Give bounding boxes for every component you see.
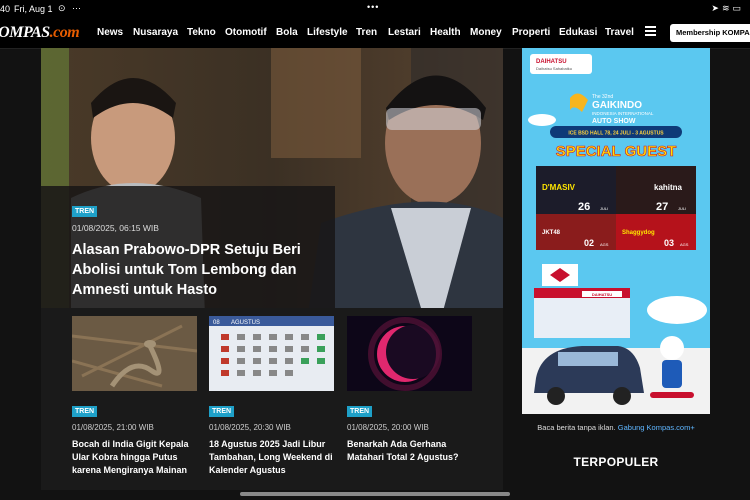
ad-brand: DAIHATSU bbox=[536, 59, 567, 65]
headline-category-badge[interactable]: TREN bbox=[72, 206, 98, 217]
status-time: 40 bbox=[0, 4, 11, 14]
card-category-badge[interactable]: TREN bbox=[72, 406, 98, 417]
headline-date: 01/08/2025, 06:15 WIB bbox=[72, 223, 159, 233]
ad-guest-4-name: Shaggydog bbox=[622, 230, 655, 236]
nav-item-nusaraya[interactable]: Nusaraya bbox=[133, 27, 178, 38]
card-category-badge[interactable]: TREN bbox=[347, 406, 373, 417]
nav-item-news[interactable]: News bbox=[97, 27, 123, 38]
nav-item-tren[interactable]: Tren bbox=[356, 27, 377, 38]
nav-item-otomotif[interactable]: Otomotif bbox=[225, 27, 267, 38]
card-title[interactable]: Benarkah Ada Gerhana Matahari Total 2 Ag… bbox=[347, 438, 477, 464]
ad-guest-1-month: JULI bbox=[600, 206, 608, 211]
nav-item-bola[interactable]: Bola bbox=[276, 27, 298, 38]
multitask-dots-icon[interactable]: ••• bbox=[367, 2, 379, 12]
nav-item-health[interactable]: Health bbox=[430, 27, 461, 38]
home-indicator-bar[interactable] bbox=[240, 492, 510, 496]
ad-event-sub: INDONESIA INTERNATIONAL bbox=[592, 111, 654, 116]
ad-venue: ICE BSD HALL 78, 24 JULI - 3 AGUSTUS bbox=[568, 131, 664, 137]
top-navbar: KOMPAS.com News Nusaraya Tekno Otomotif … bbox=[0, 18, 750, 49]
ad-guest-1-day: 26 bbox=[578, 201, 590, 213]
article-card[interactable]: TREN 01/08/2025, 20:00 WIB Benarkah Ada … bbox=[347, 316, 472, 462]
article-cards: TREN 01/08/2025, 21:00 WIB Bocah di Indi… bbox=[41, 308, 503, 490]
logo-text: KOMPAS bbox=[0, 24, 50, 41]
nav-item-lifestyle[interactable]: Lifestyle bbox=[307, 27, 348, 38]
article-card[interactable]: TREN 01/08/2025, 21:00 WIB Bocah di Indi… bbox=[72, 316, 197, 475]
card-date: 01/08/2025, 20:00 WIB bbox=[347, 423, 429, 432]
status-date: Fri, Aug 1 bbox=[14, 4, 53, 14]
join-kompas-plus-link[interactable]: Gabung Kompas.com+ bbox=[618, 423, 695, 432]
card-image-eclipse bbox=[347, 316, 472, 391]
battery-icon: ▭ bbox=[732, 3, 744, 13]
ad-guest-3-name: JKT48 bbox=[542, 230, 561, 236]
nav-item-edukasi[interactable]: Edukasi bbox=[559, 27, 597, 38]
ad-showroom-label: DAIHATSU bbox=[592, 292, 612, 297]
ad-free-note: Baca berita tanpa iklan. Gabung Kompas.c… bbox=[522, 423, 710, 432]
card-category-badge[interactable]: TREN bbox=[209, 406, 235, 417]
ad-guest-2-month: JULI bbox=[678, 206, 686, 211]
nav-item-lestari[interactable]: Lestari bbox=[388, 27, 421, 38]
ad-event-name: GAIKINDO bbox=[592, 100, 642, 111]
advertisement-banner[interactable]: DAIHATSU Daihatsu Sahabatku The 32nd GAI… bbox=[522, 48, 710, 414]
wifi-icon: ≋ bbox=[721, 3, 733, 13]
ad-guest-3-month: AGS bbox=[600, 242, 609, 247]
ad-brand-sub: Daihatsu Sahabatku bbox=[536, 66, 572, 71]
location-icon: ➤ bbox=[711, 3, 722, 13]
headline-title[interactable]: Alasan Prabowo-DPR Setuju Beri Abolisi u… bbox=[72, 240, 322, 300]
ad-free-note-text: Baca berita tanpa iklan. bbox=[537, 423, 616, 432]
calendar-number: 08 bbox=[213, 320, 220, 326]
site-logo[interactable]: KOMPAS.com bbox=[0, 24, 91, 42]
nav-item-money[interactable]: Money bbox=[470, 27, 502, 38]
card-date: 01/08/2025, 20:30 WIB bbox=[209, 423, 291, 432]
popular-heading: TERPOPULER bbox=[573, 455, 659, 469]
ad-guest-1-name: D'MASIV bbox=[542, 183, 576, 192]
ad-guest-2-day: 27 bbox=[656, 201, 668, 213]
calendar-month: AGUSTUS bbox=[231, 320, 260, 326]
notification-icons: ⊙ ⋯ bbox=[58, 3, 84, 13]
status-bar: 40 Fri, Aug 1 ⊙ ⋯ ••• ➤≋▭ bbox=[0, 0, 750, 18]
card-image-calendar: 08 AGUSTUS bbox=[209, 316, 334, 391]
menu-icon[interactable] bbox=[645, 26, 656, 36]
card-date: 01/08/2025, 21:00 WIB bbox=[72, 423, 154, 432]
ad-guest-4-day: 03 bbox=[664, 238, 674, 248]
ad-guest-3-day: 02 bbox=[584, 238, 594, 248]
status-icons: ➤≋▭ bbox=[711, 3, 744, 14]
card-title[interactable]: Bocah di India Gigit Kepala Ular Kobra h… bbox=[72, 438, 202, 477]
card-image-snake bbox=[72, 316, 197, 391]
ad-special-guest: SPECIAL GUEST bbox=[556, 143, 677, 160]
nav-item-travel[interactable]: Travel bbox=[605, 27, 634, 38]
ad-guest-2-name: kahitna bbox=[654, 183, 683, 192]
headline-article[interactable]: TREN 01/08/2025, 06:15 WIB Alasan Prabow… bbox=[41, 48, 503, 348]
ad-event-show: AUTO SHOW bbox=[592, 118, 636, 125]
article-card[interactable]: 08 AGUSTUS TREN 01/08/2025, 20:30 WIB 18… bbox=[209, 316, 334, 475]
ad-guest-4-month: AGS bbox=[680, 242, 689, 247]
membership-button[interactable]: Membership KOMPAS.com bbox=[670, 24, 750, 42]
nav-item-tekno[interactable]: Tekno bbox=[187, 27, 216, 38]
logo-suffix: .com bbox=[49, 24, 80, 41]
nav-item-properti[interactable]: Properti bbox=[512, 27, 550, 38]
card-title[interactable]: 18 Agustus 2025 Jadi Libur Tambahan, Lon… bbox=[209, 438, 339, 477]
